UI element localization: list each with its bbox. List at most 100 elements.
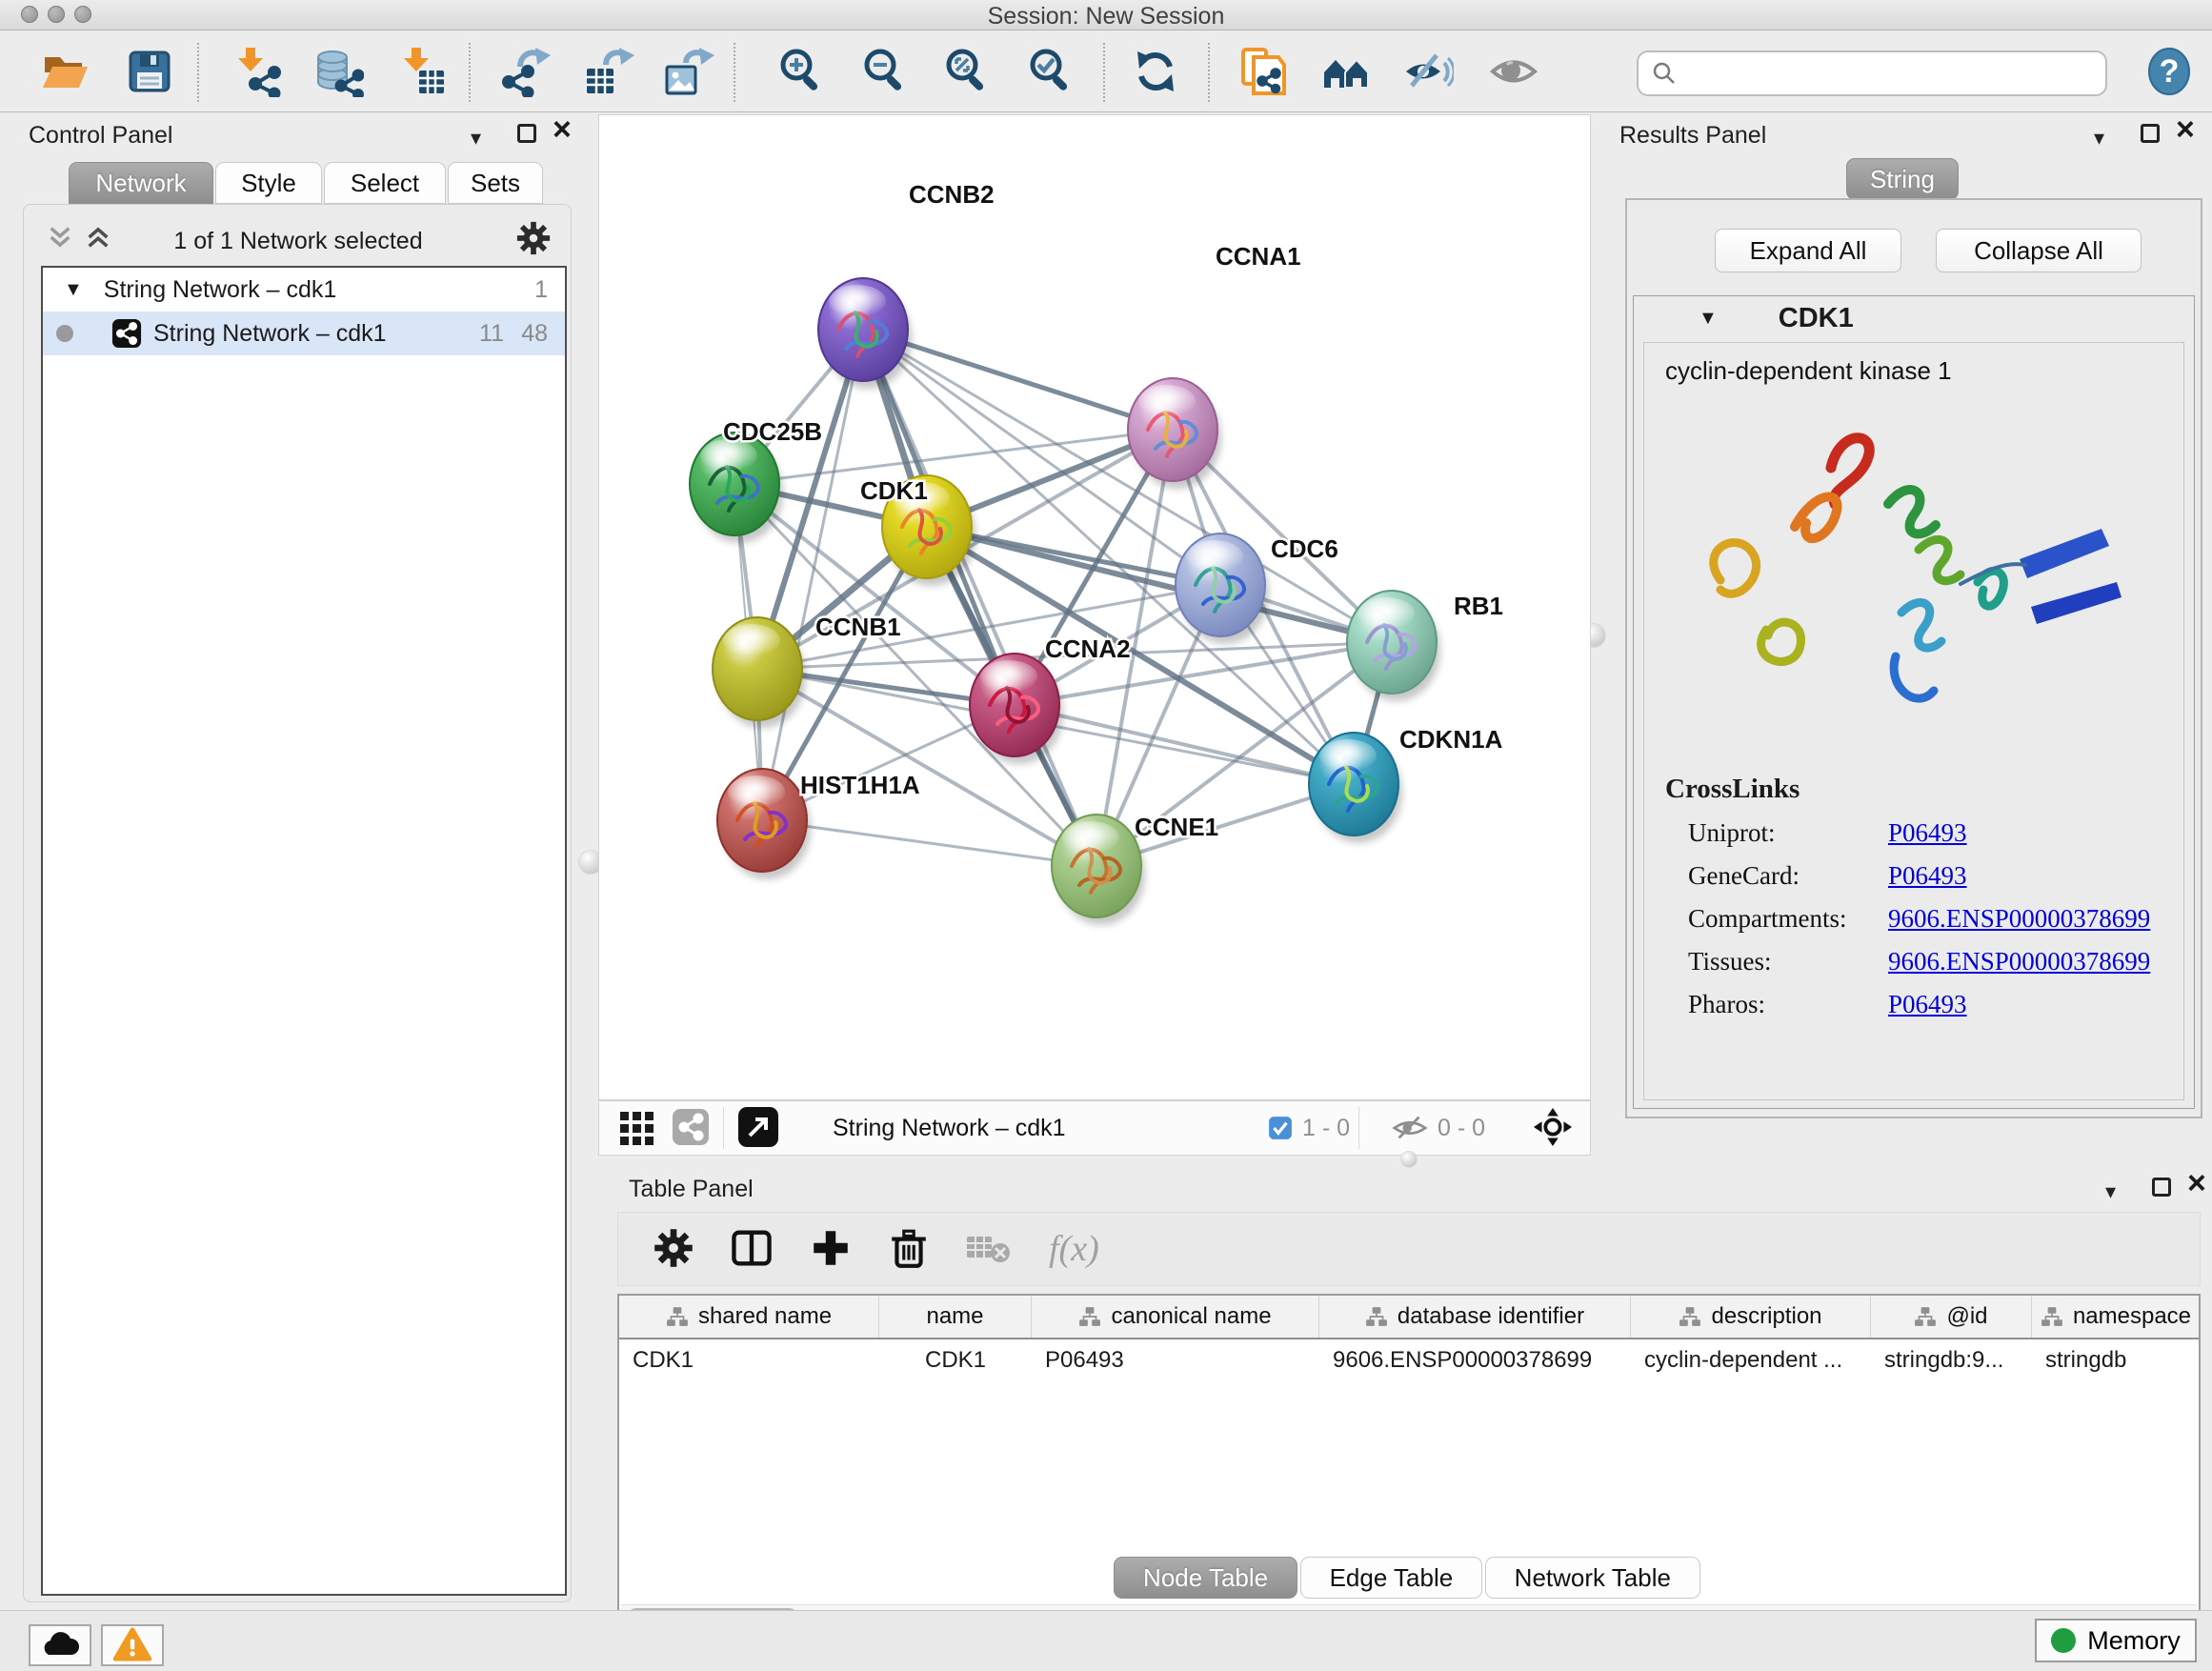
table-cell[interactable]: cyclin-dependent ...	[1631, 1339, 1871, 1381]
panel-float-icon[interactable]: ▾	[2105, 1179, 2116, 1204]
panel-maximize-icon[interactable]	[2141, 124, 2160, 143]
table-cell[interactable]: stringdb:9...	[1871, 1339, 2032, 1381]
column-header--id[interactable]: @id	[1871, 1296, 2032, 1338]
panel-close-icon[interactable]: ×	[2187, 1174, 2206, 1193]
delete-table-button[interactable]	[965, 1223, 1011, 1275]
clone-network-button[interactable]	[1235, 45, 1290, 100]
crosslink-link[interactable]: 9606.ENSP00000378699	[1888, 947, 2150, 976]
network-collection-row[interactable]: ▼ String Network – cdk1 1	[43, 268, 565, 312]
network-node-CCNB2[interactable]: CCNB2	[818, 180, 995, 389]
zoom-fit-button[interactable]	[939, 45, 995, 100]
tab-select[interactable]: Select	[324, 162, 446, 204]
function-builder-button[interactable]: f(x)	[1049, 1228, 1099, 1270]
panel-float-icon[interactable]: ▾	[471, 126, 481, 151]
delete-column-button[interactable]	[887, 1223, 931, 1275]
network-edge-CCNA2-CDKN1A[interactable]	[1015, 705, 1354, 784]
column-header-namespace[interactable]: namespace	[2032, 1296, 2201, 1338]
detach-view-button[interactable]	[737, 1106, 779, 1151]
first-neighbors-button[interactable]	[1318, 45, 1374, 100]
column-header-description[interactable]: description	[1631, 1296, 1871, 1338]
network-edge-HIST1H1A-CCNE1[interactable]	[762, 820, 1096, 866]
tab-string[interactable]: String	[1846, 158, 1959, 200]
table-cell[interactable]: CDK1	[619, 1339, 879, 1381]
search-input[interactable]	[1679, 60, 2079, 87]
expand-all-button[interactable]: Expand All	[1715, 229, 1901, 272]
panel-float-icon[interactable]: ▾	[2094, 126, 2104, 151]
column-header-database-identifier[interactable]: database identifier	[1319, 1296, 1631, 1338]
entry-collapse-icon[interactable]: ▼	[1699, 308, 1718, 330]
show-birds-eye-button[interactable]	[672, 1108, 710, 1149]
navigate-button[interactable]	[1533, 1107, 1573, 1150]
hidden-eye-icon[interactable]	[1392, 1114, 1428, 1142]
selected-checkbox-icon[interactable]	[1268, 1116, 1293, 1140]
gene-entry-header[interactable]: ▼ CDK1	[1634, 296, 2194, 340]
table-cell[interactable]: 9606.ENSP00000378699	[1319, 1339, 1631, 1381]
import-table-button[interactable]	[394, 45, 450, 100]
save-icon	[124, 46, 175, 97]
network-row[interactable]: String Network – cdk1 11 48	[43, 312, 565, 355]
tab-node-table[interactable]: Node Table	[1114, 1557, 1297, 1599]
network-node-CDKN1A[interactable]: CDKN1A	[1309, 725, 1503, 843]
column-header-shared-name[interactable]: shared name	[619, 1296, 879, 1338]
memory-button[interactable]: Memory	[2035, 1619, 2197, 1662]
table-cell[interactable]: stringdb	[2032, 1339, 2201, 1381]
column-header-canonical-name[interactable]: canonical name	[1032, 1296, 1319, 1338]
gene-entry-body: cyclin-dependent kinase 1	[1643, 342, 2184, 1100]
crosslink-link[interactable]: 9606.ENSP00000378699	[1888, 904, 2150, 934]
network-node-CCNA1[interactable]: CCNA1	[1128, 242, 1301, 489]
zoom-in-button[interactable]	[774, 45, 829, 100]
save-session-button[interactable]	[122, 45, 177, 100]
collection-collapse-icon[interactable]: ▼	[64, 279, 83, 301]
crosslink-link[interactable]: P06493	[1888, 818, 1967, 848]
import-network-button[interactable]	[229, 45, 284, 100]
table-cell[interactable]: CDK1	[879, 1339, 1032, 1381]
table-row[interactable]: CDK1CDK1P064939606.ENSP00000378699cyclin…	[619, 1339, 2199, 1381]
crosslink-link[interactable]: P06493	[1888, 861, 1967, 891]
string-network-graph: CCNB2CCNA1CDC25BCDK1CDC6RB1CCNB1CCNA2CDK…	[599, 115, 1590, 1099]
open-session-button[interactable]	[38, 45, 93, 100]
panel-close-icon[interactable]: ×	[553, 120, 572, 139]
cloud-status-button[interactable]	[29, 1624, 91, 1666]
horizontal-splitter[interactable]	[598, 1157, 1591, 1170]
node-label-CDC6: CDC6	[1271, 534, 1338, 563]
network-node-HIST1H1A[interactable]: HIST1H1A	[717, 769, 920, 879]
network-node-RB1[interactable]: RB1	[1347, 591, 1503, 701]
column-header-name[interactable]: name	[879, 1296, 1032, 1338]
network-view-canvas[interactable]: CCNB2CCNA1CDC25BCDK1CDC6RB1CCNB1CCNA2CDK…	[598, 114, 1591, 1100]
tab-network[interactable]: Network	[69, 162, 213, 204]
collapse-all-button[interactable]: Collapse All	[1936, 229, 2142, 272]
export-image-button[interactable]	[661, 45, 716, 100]
import-network-from-database-button[interactable]	[311, 45, 366, 100]
panel-maximize-icon[interactable]	[517, 124, 536, 143]
network-options-button[interactable]	[515, 220, 552, 259]
warnings-button[interactable]	[101, 1624, 164, 1666]
show-hidden-button[interactable]	[1486, 45, 1541, 100]
table-options-button[interactable]	[653, 1223, 694, 1275]
create-column-button[interactable]	[809, 1223, 853, 1275]
toolbar-separator	[1358, 1107, 1359, 1149]
export-table-button[interactable]	[581, 45, 636, 100]
panel-maximize-icon[interactable]	[2152, 1178, 2171, 1197]
help-button[interactable]: ?	[2142, 45, 2197, 100]
network-node-CCNE1[interactable]: CCNE1	[1052, 813, 1218, 925]
zoom-selected-button[interactable]	[1023, 45, 1078, 100]
columns-icon	[729, 1225, 774, 1271]
tab-network-table[interactable]: Network Table	[1485, 1557, 1700, 1599]
splitter-grip[interactable]	[1400, 1151, 1418, 1168]
table-cell[interactable]: P06493	[1032, 1339, 1319, 1381]
zoom-out-button[interactable]	[857, 45, 913, 100]
refresh-button[interactable]	[1128, 45, 1183, 100]
hide-show-button[interactable]	[1400, 45, 1456, 100]
tab-sets[interactable]: Sets	[448, 162, 543, 204]
crosslink-link[interactable]: P06493	[1888, 990, 1967, 1019]
tab-style[interactable]: Style	[215, 162, 322, 204]
show-columns-button[interactable]	[729, 1223, 774, 1275]
network-label: String Network – cdk1	[153, 320, 387, 348]
show-grid-view-button[interactable]	[618, 1108, 656, 1149]
panel-close-icon[interactable]: ×	[2176, 120, 2195, 139]
network-node-CDC6[interactable]: CDC6	[1176, 534, 1338, 644]
export-network-button[interactable]	[497, 45, 553, 100]
crosslink-label: GeneCard:	[1688, 861, 1888, 891]
crosslink-row: Uniprot:P06493	[1644, 818, 2183, 848]
tab-edge-table[interactable]: Edge Table	[1300, 1557, 1483, 1599]
